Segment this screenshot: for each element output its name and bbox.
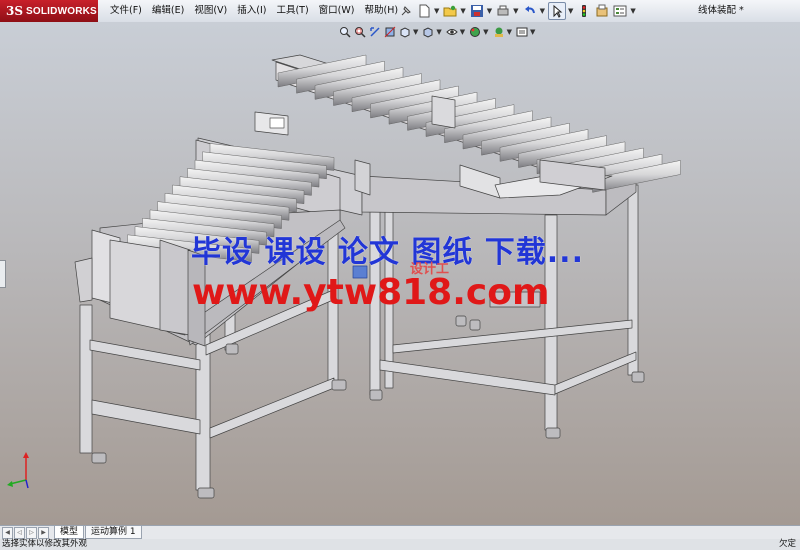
- chevron-down-icon[interactable]: ▼: [530, 28, 535, 36]
- document-title: 线体装配 *: [698, 5, 744, 16]
- tabs: 模型 运动算例 1: [54, 526, 143, 539]
- menu-tools[interactable]: 工具(T): [272, 0, 312, 22]
- reference-triad-icon: [7, 452, 29, 489]
- last-tab-icon[interactable]: ▶: [38, 527, 49, 539]
- traffic-light-icon[interactable]: [576, 3, 592, 19]
- zoom-to-fit-icon[interactable]: [338, 25, 352, 39]
- undo-icon[interactable]: [522, 3, 538, 19]
- select-pointer-icon[interactable]: [547, 2, 566, 20]
- new-file-icon[interactable]: [416, 3, 432, 19]
- watermark-line-1: 毕设 课设 论文 图纸 下载...: [191, 235, 584, 270]
- chevron-down-icon[interactable]: ▼: [460, 7, 465, 15]
- file-properties-icon[interactable]: [594, 3, 610, 19]
- first-tab-icon[interactable]: ◀: [2, 527, 13, 539]
- view-settings-icon[interactable]: [515, 25, 529, 39]
- tab-navigation: ◀ ◁ ▷ ▶: [2, 527, 50, 539]
- logo-ds-mark: 3S: [6, 4, 24, 18]
- logo-wordmark: SOLIDWORKS: [26, 5, 97, 17]
- pin-icon[interactable]: [398, 3, 414, 19]
- tab-model[interactable]: 模型: [54, 526, 85, 539]
- zoom-area-icon[interactable]: [353, 25, 367, 39]
- chevron-down-icon[interactable]: ▼: [434, 7, 439, 15]
- standard-toolbar: ▼ ▼ ▼ ▼ ▼ ▼ ▼: [398, 2, 639, 20]
- chevron-down-icon[interactable]: ▼: [487, 7, 492, 15]
- tab-motion-study[interactable]: 运动算例 1: [85, 526, 142, 539]
- chevron-down-icon[interactable]: ▼: [436, 28, 441, 36]
- menu-help[interactable]: 帮助(H): [360, 0, 402, 22]
- chevron-down-icon[interactable]: ▼: [413, 28, 418, 36]
- menu-insert[interactable]: 插入(I): [233, 0, 270, 22]
- print-icon[interactable]: [495, 3, 511, 19]
- open-folder-icon[interactable]: [442, 3, 458, 19]
- chevron-down-icon[interactable]: ▼: [540, 7, 545, 15]
- hide-show-icon[interactable]: [445, 25, 459, 39]
- chevron-down-icon[interactable]: ▼: [507, 28, 512, 36]
- status-bar: 选择实体以修改其外观 欠定: [0, 539, 800, 550]
- chevron-down-icon[interactable]: ▼: [568, 7, 573, 15]
- status-constraint: 欠定: [778, 539, 796, 549]
- menu-bar: 3S SOLIDWORKS 文件(F) 编辑(E) 视图(V) 插入(I) 工具…: [0, 0, 800, 23]
- menu-edit[interactable]: 编辑(E): [148, 0, 188, 22]
- status-message: 选择实体以修改其外观: [2, 539, 88, 549]
- chevron-down-icon[interactable]: ▼: [460, 28, 465, 36]
- previous-view-icon[interactable]: [368, 25, 382, 39]
- apply-scene-icon[interactable]: [492, 25, 506, 39]
- heads-up-view-toolbar: ▼ ▼ ▼ ▼ ▼ ▼: [338, 24, 538, 40]
- model-small-logo-text: 设计工: [410, 262, 450, 277]
- main-menu: 文件(F) 编辑(E) 视图(V) 插入(I) 工具(T) 窗口(W) 帮助(H…: [106, 0, 404, 22]
- view-orientation-icon[interactable]: [398, 25, 412, 39]
- graphics-viewport[interactable]: 毕设 课设 论文 图纸 下载... www.ytw818.com 设计工: [0, 22, 800, 525]
- chevron-down-icon[interactable]: ▼: [513, 7, 518, 15]
- section-view-icon[interactable]: [383, 25, 397, 39]
- menu-window[interactable]: 窗口(W): [315, 0, 359, 22]
- display-style-icon[interactable]: [421, 25, 435, 39]
- options-icon[interactable]: [612, 3, 628, 19]
- prev-tab-icon[interactable]: ◁: [14, 527, 25, 539]
- save-icon[interactable]: [469, 3, 485, 19]
- edit-appearance-icon[interactable]: [468, 25, 482, 39]
- solidworks-logo[interactable]: 3S SOLIDWORKS: [0, 0, 98, 22]
- watermark-line-2: www.ytw818.com: [192, 272, 550, 313]
- menu-view[interactable]: 视图(V): [190, 0, 231, 22]
- feature-manager-collapse-tab[interactable]: [0, 260, 6, 288]
- next-tab-icon[interactable]: ▷: [26, 527, 37, 539]
- chevron-down-icon[interactable]: ▼: [483, 28, 488, 36]
- chevron-down-icon[interactable]: ▼: [630, 7, 635, 15]
- menu-file[interactable]: 文件(F): [106, 0, 146, 22]
- model-tabs-bar: ◀ ◁ ▷ ▶ 模型 运动算例 1: [0, 525, 800, 539]
